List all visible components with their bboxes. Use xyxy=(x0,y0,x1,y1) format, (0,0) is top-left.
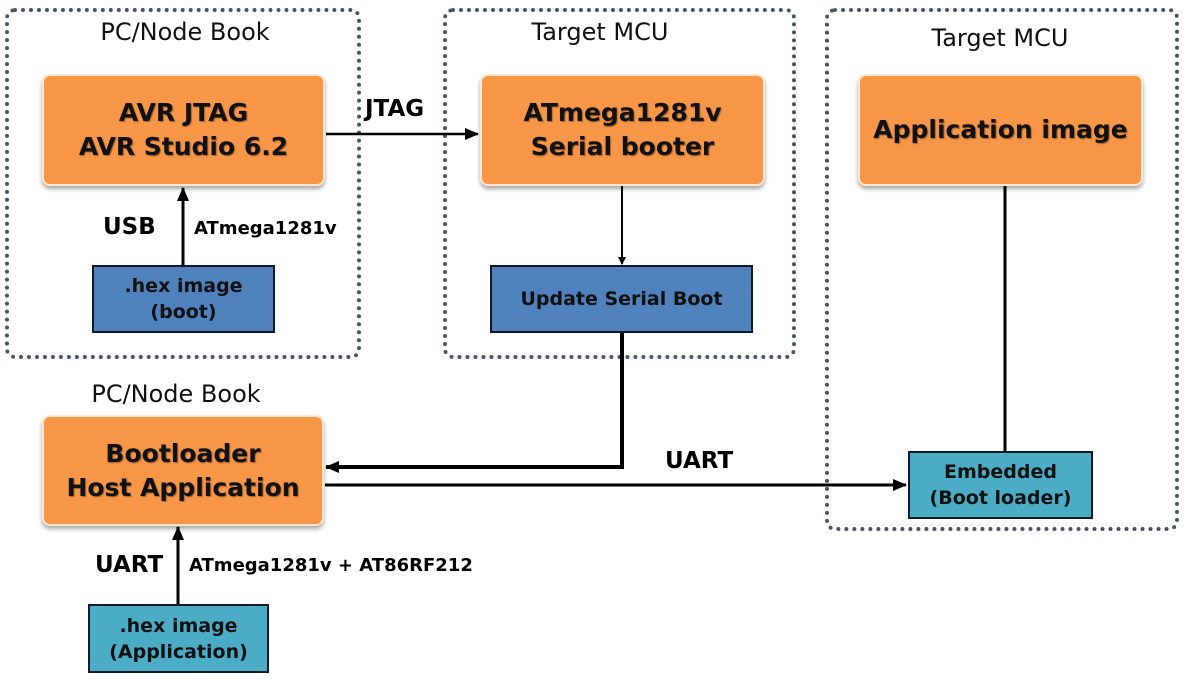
node-embedded-line1: Embedded xyxy=(944,461,1057,483)
node-update-serial-boot-label: Update Serial Boot xyxy=(520,288,723,310)
node-avr-jtag: AVR JTAG AVR Studio 6.2 xyxy=(42,74,325,186)
node-embedded-bootloader: Embedded (Boot loader) xyxy=(908,451,1093,519)
edge-label-usb-device: ATmega1281v xyxy=(194,218,337,239)
edge-label-usb: USB xyxy=(103,214,156,240)
node-avr-jtag-line1: AVR JTAG xyxy=(118,98,249,127)
node-hex-application: .hex image (Application) xyxy=(88,604,269,673)
update-to-host-arrow xyxy=(325,333,624,473)
node-bootloader-host-line1: Bootloader xyxy=(105,438,261,468)
edge-label-uart-bottom-device: ATmega1281v + AT86RF212 xyxy=(189,555,473,576)
node-hex-boot: .hex image (boot) xyxy=(92,265,275,333)
node-serial-booter-line2: Serial booter xyxy=(530,132,715,161)
node-avr-jtag-line2: AVR Studio 6.2 xyxy=(78,132,289,161)
node-serial-booter-line1: ATmega1281v xyxy=(523,98,722,127)
node-application-image: Application image xyxy=(858,74,1143,186)
node-hex-boot-line2: (boot) xyxy=(150,301,217,323)
edge-label-jtag: JTAG xyxy=(365,96,425,122)
node-bootloader-host: Bootloader Host Application xyxy=(42,415,324,526)
node-serial-booter: ATmega1281v Serial booter xyxy=(480,74,765,186)
node-update-serial-boot: Update Serial Boot xyxy=(490,265,753,333)
edge-label-uart-bottom: UART xyxy=(95,552,164,578)
node-application-image-label: Application image xyxy=(873,115,1128,144)
diagram-canvas: PC/Node Book Target MCU Target MCU PC/No… xyxy=(0,0,1190,683)
node-hex-boot-line1: .hex image xyxy=(124,275,243,297)
node-hex-application-line1: .hex image xyxy=(119,614,238,637)
edge-label-uart-main: UART xyxy=(665,448,734,474)
node-hex-application-line2: (Application) xyxy=(109,640,248,663)
node-embedded-line2: (Boot loader) xyxy=(929,487,1072,509)
node-bootloader-host-line2: Host Application xyxy=(66,472,300,502)
